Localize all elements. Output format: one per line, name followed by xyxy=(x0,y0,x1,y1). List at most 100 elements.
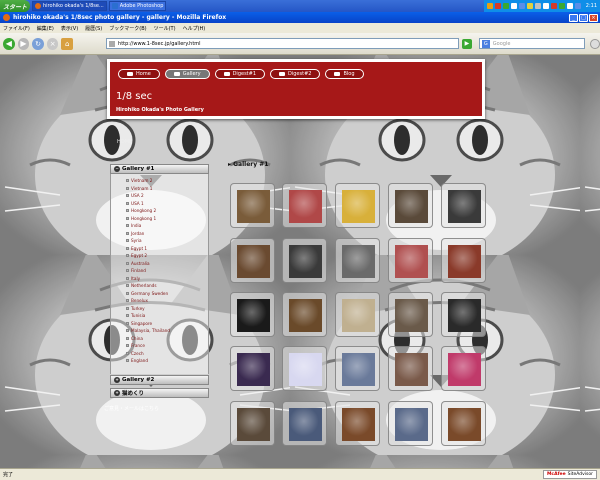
sidebar-item[interactable]: Turkey xyxy=(126,306,145,311)
gallery-thumbnail[interactable] xyxy=(441,292,486,337)
tray-app-icon[interactable] xyxy=(574,3,581,9)
sidebar-item[interactable]: Hongkong 2 xyxy=(126,208,156,213)
sidebar-item[interactable]: France xyxy=(126,343,145,348)
links-header[interactable]: + 猫めくり xyxy=(110,388,209,398)
tray-app-icon[interactable] xyxy=(494,3,501,9)
tray-app-icon[interactable] xyxy=(550,3,557,9)
menu-tools[interactable]: ツール(T) xyxy=(154,25,176,32)
gallery-thumbnail[interactable] xyxy=(282,401,327,446)
thumbnail-photo xyxy=(342,245,375,278)
sidebar-item[interactable]: Syria xyxy=(126,238,142,243)
gallery-thumbnail[interactable] xyxy=(335,401,380,446)
sidebar-item[interactable]: India xyxy=(126,223,141,228)
tab-digest-2[interactable]: Digest#2 xyxy=(270,69,321,79)
gallery-thumbnail[interactable] xyxy=(230,238,275,283)
gallery-1-header[interactable]: − Gallery #1 xyxy=(110,164,209,174)
taskbar-item-photoshop[interactable]: Adobe Photoshop xyxy=(108,1,167,11)
url-bar[interactable]: http://www.1-8sec.jp/gallery.html xyxy=(106,38,460,49)
tab-home[interactable]: Home xyxy=(118,69,160,79)
menu-edit[interactable]: 編集(E) xyxy=(37,25,54,32)
sidebar-item[interactable]: Finland xyxy=(126,268,146,273)
start-button[interactable]: スタート xyxy=(0,0,30,12)
tab-gallery[interactable]: Gallery xyxy=(164,69,210,79)
gallery-thumbnail[interactable] xyxy=(388,238,433,283)
sidebar-item[interactable]: Australia xyxy=(126,261,150,266)
gallery-thumbnail[interactable] xyxy=(230,401,275,446)
forward-icon[interactable]: ▶ xyxy=(17,37,30,50)
page-viewport[interactable]: Home Gallery Digest#1 Digest#2 Blog 1/8 … xyxy=(0,55,600,468)
gallery-thumbnail[interactable] xyxy=(230,292,275,337)
reload-icon[interactable]: ↻ xyxy=(32,37,44,50)
sidebar-item[interactable]: China xyxy=(126,336,143,341)
minimize-button[interactable]: _ xyxy=(569,13,578,22)
home-icon[interactable]: ⌂ xyxy=(61,37,74,50)
sidebar-item[interactable]: USA 2 xyxy=(126,193,144,198)
gallery-thumbnail[interactable] xyxy=(282,183,327,228)
menu-file[interactable]: ファイル(F) xyxy=(3,25,30,32)
tray-app-icon[interactable] xyxy=(534,3,541,9)
tray-app-icon[interactable] xyxy=(542,3,549,9)
gallery-thumbnail[interactable] xyxy=(441,401,486,446)
gallery-thumbnail[interactable] xyxy=(441,346,486,391)
go-button[interactable]: ▶ xyxy=(462,38,472,49)
gallery-thumbnail[interactable] xyxy=(388,292,433,337)
sidebar-item[interactable]: Benelux xyxy=(126,298,148,303)
tab-blog[interactable]: Blog xyxy=(325,69,364,79)
sidebar-item[interactable]: Egypt 2 xyxy=(126,253,147,258)
back-icon[interactable]: ◀ xyxy=(3,37,15,50)
menu-bookmarks[interactable]: ブックマーク(B) xyxy=(109,25,146,32)
tab-digest-1[interactable]: Digest#1 xyxy=(214,69,266,79)
tray-app-icon[interactable] xyxy=(502,3,509,9)
stop-icon[interactable]: × xyxy=(46,37,59,50)
sidebar-item[interactable]: USA 1 xyxy=(126,201,144,206)
gallery-thumbnail[interactable] xyxy=(282,238,327,283)
mcafee-badge[interactable]: McAfee SiteAdvisor xyxy=(542,470,597,479)
thumbnail-photo xyxy=(395,245,428,278)
gallery-thumbnail[interactable] xyxy=(335,238,380,283)
gallery-thumbnail[interactable] xyxy=(441,238,486,283)
gallery-thumbnail[interactable] xyxy=(388,183,433,228)
sidebar-item[interactable]: Malaysia, Thailand xyxy=(126,328,170,333)
tray-app-icon[interactable] xyxy=(518,3,525,9)
gallery-thumbnail[interactable] xyxy=(282,346,327,391)
sidebar-item[interactable]: Italy xyxy=(126,276,140,281)
tray-app-icon[interactable] xyxy=(510,3,517,9)
maximize-button[interactable]: □ xyxy=(579,13,588,22)
gallery-thumbnail[interactable] xyxy=(388,401,433,446)
search-icon[interactable] xyxy=(590,38,600,49)
menu-history[interactable]: 履歴(S) xyxy=(85,25,102,32)
sidebar-item[interactable]: Vietnam 2 xyxy=(126,178,152,183)
sidebar-item[interactable]: Hongkong 1 xyxy=(126,216,156,221)
gallery-thumbnail[interactable] xyxy=(230,183,275,228)
gallery-thumbnail[interactable] xyxy=(335,292,380,337)
gallery-thumbnail[interactable] xyxy=(388,346,433,391)
mail-link[interactable]: ご意見・メールはこちら xyxy=(104,405,159,412)
gallery-2-header[interactable]: + Gallery #2 xyxy=(110,375,209,385)
taskbar-item-firefox[interactable]: hirohiko okada's 1/8se... xyxy=(32,1,107,11)
sidebar-item[interactable]: England xyxy=(126,358,148,363)
site-nav: Home Gallery Digest#1 Digest#2 Blog xyxy=(118,69,364,79)
gallery-thumbnail[interactable] xyxy=(335,346,380,391)
tray-app-icon[interactable] xyxy=(526,3,533,9)
tray-app-icon[interactable] xyxy=(486,3,493,9)
close-button[interactable]: × xyxy=(589,13,598,22)
sidebar-item[interactable]: Vietnam 1 xyxy=(126,186,152,191)
taskbar-item-label: hirohiko okada's 1/8se... xyxy=(43,3,104,9)
sidebar-item[interactable]: Netherlands xyxy=(126,283,157,288)
tray-app-icon[interactable] xyxy=(566,3,573,9)
gallery-thumbnail[interactable] xyxy=(282,292,327,337)
gallery-thumbnail[interactable] xyxy=(335,183,380,228)
tray-app-icon[interactable] xyxy=(558,3,565,9)
menu-help[interactable]: ヘルプ(H) xyxy=(183,25,206,32)
menu-view[interactable]: 表示(V) xyxy=(61,25,78,32)
sidebar-item[interactable]: Jordan xyxy=(126,231,144,236)
sidebar-item[interactable]: Tunisia xyxy=(126,313,145,318)
sidebar-item[interactable]: Czech xyxy=(126,351,144,356)
sidebar-item[interactable]: Egypt 1 xyxy=(126,246,147,251)
search-input[interactable]: G Google xyxy=(478,38,586,49)
gallery-thumbnail[interactable] xyxy=(441,183,486,228)
sidebar-item[interactable]: Germany Sweden xyxy=(126,291,168,296)
sidebar-item[interactable]: Singapore xyxy=(126,321,152,326)
breadcrumb[interactable]: HOME xyxy=(117,139,132,145)
gallery-thumbnail[interactable] xyxy=(230,346,275,391)
